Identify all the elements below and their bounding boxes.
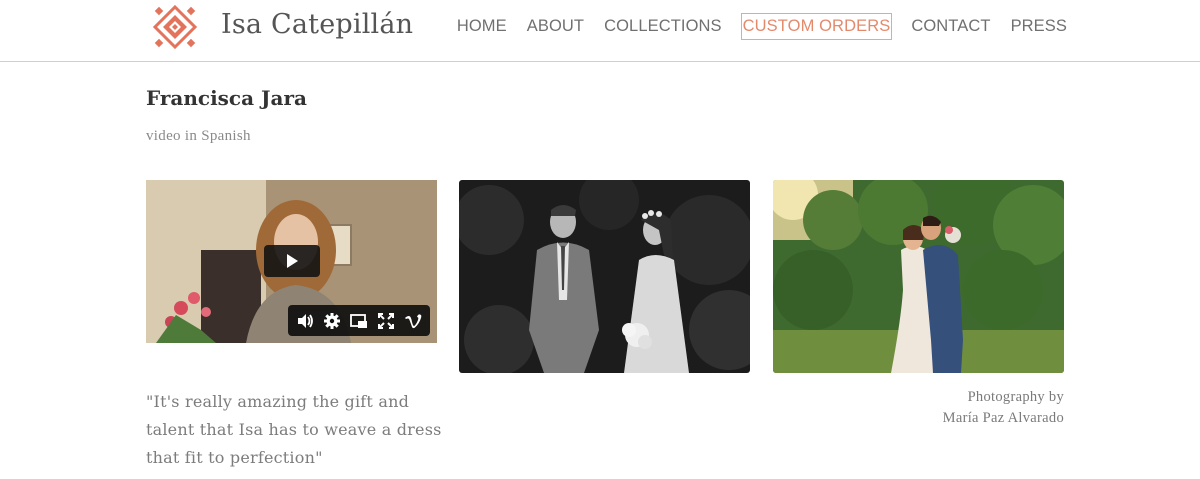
photo-credit: Photography by María Paz Alvarado [943, 387, 1064, 429]
main-nav: HOME ABOUT COLLECTIONS CUSTOM ORDERS CON… [438, 13, 1068, 40]
nav-press[interactable]: PRESS [1010, 13, 1068, 40]
vimeo-icon[interactable] [402, 310, 424, 332]
nav-about[interactable]: ABOUT [526, 13, 585, 40]
site-header: Isa Catepillán HOME ABOUT COLLECTIONS CU… [0, 0, 1200, 62]
wedding-photo-bw-image [459, 180, 750, 373]
video-player[interactable] [146, 180, 437, 343]
settings-icon[interactable] [321, 310, 343, 332]
nav-contact[interactable]: CONTACT [910, 13, 991, 40]
site-title[interactable]: Isa Catepillán [221, 9, 413, 40]
fullscreen-icon[interactable] [375, 310, 397, 332]
photo-credit-line1: Photography by [967, 389, 1064, 405]
nav-collections[interactable]: COLLECTIONS [603, 13, 723, 40]
video-controls [288, 305, 430, 336]
nav-home[interactable]: HOME [456, 13, 508, 40]
wedding-photo-color-image [773, 180, 1064, 373]
page-subtitle: video in Spanish [146, 128, 251, 144]
pip-icon[interactable] [348, 310, 370, 332]
page-title: Francisca Jara [146, 86, 307, 110]
wedding-photo-bw[interactable] [459, 180, 750, 373]
play-button[interactable] [264, 245, 320, 277]
testimonial-quote: "It's really amazing the gift and talent… [146, 392, 442, 467]
wedding-photo-color[interactable] [773, 180, 1064, 373]
volume-icon[interactable] [294, 310, 316, 332]
nav-custom-orders[interactable]: CUSTOM ORDERS [740, 13, 893, 40]
logo-icon[interactable] [152, 4, 198, 50]
photo-credit-photographer: María Paz Alvarado [942, 410, 1064, 426]
play-icon [287, 254, 298, 268]
